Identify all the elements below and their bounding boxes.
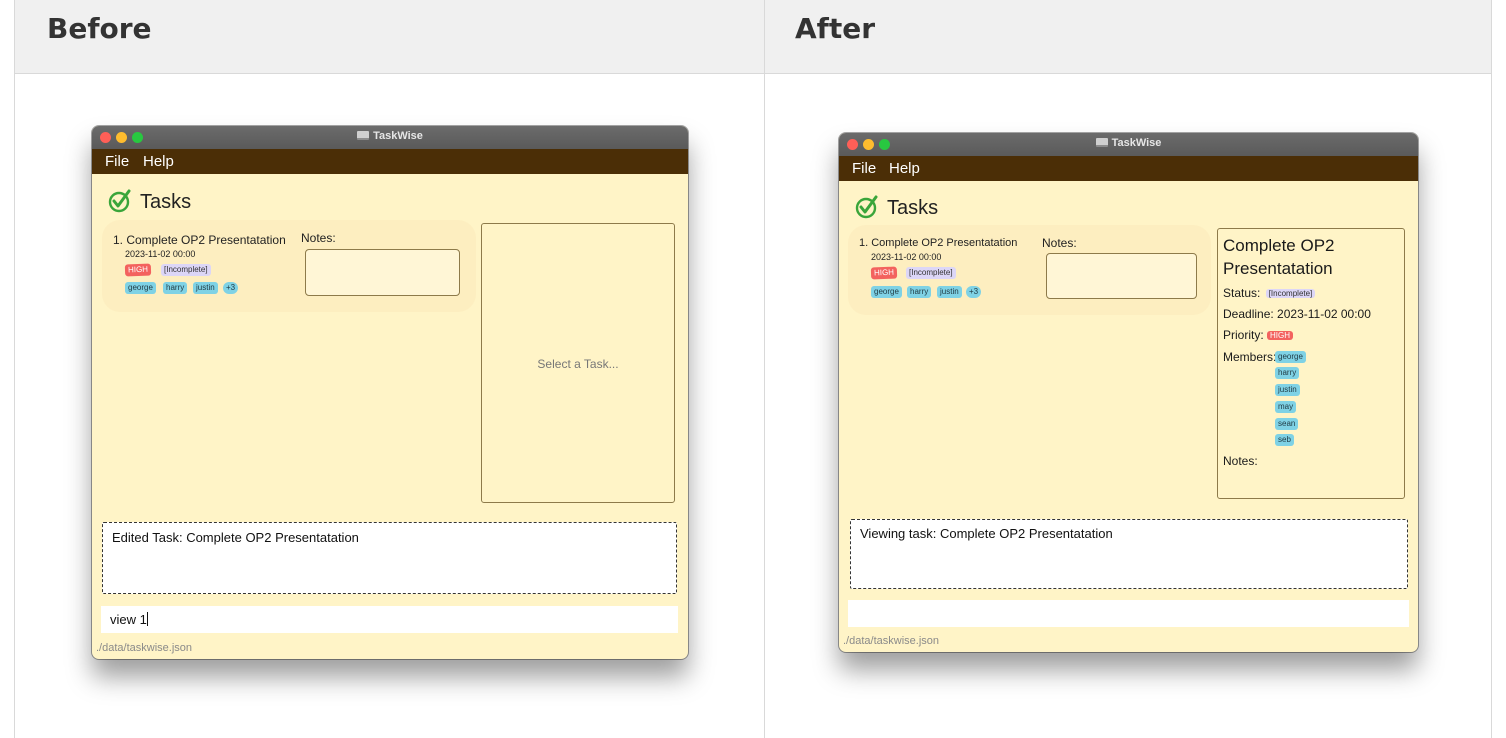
menu-file[interactable]: File (852, 160, 876, 177)
detail-deadline-row: Deadline: 2023-11-02 00:00 (1223, 307, 1371, 321)
check-circle-icon (108, 189, 131, 213)
deadline-label: Deadline: (1223, 307, 1274, 321)
notes-field[interactable] (1046, 253, 1197, 299)
storage-path: ./data/taskwise.json (843, 635, 939, 647)
app-icon (357, 131, 370, 140)
notes-label: Notes: (1042, 236, 1077, 250)
detail-notes-label: Notes: (1223, 454, 1258, 468)
status-label: Status: (1223, 286, 1261, 300)
before-app-window: TaskWise File Help Tasks 1. Complete OP2… (92, 126, 688, 659)
window-titlebar[interactable]: TaskWise (92, 126, 688, 149)
menu-help[interactable]: Help (889, 160, 920, 177)
detail-priority-row: Priority: HIGH (1223, 328, 1294, 342)
member-tag: george (871, 286, 902, 298)
detail-member-tag: may (1275, 401, 1297, 413)
more-members-tag: +3 (966, 286, 982, 298)
member-tag: justin (193, 282, 218, 294)
command-value: view 1 (110, 612, 147, 627)
task-deadline: 2023-11-02 00:00 (125, 249, 196, 259)
before-column-header: Before (47, 12, 152, 45)
task-deadline: 2023-11-02 00:00 (871, 252, 942, 262)
storage-path: ./data/taskwise.json (96, 642, 192, 654)
member-tag: george (125, 282, 156, 294)
result-display: Edited Task: Complete OP2 Presentatation (102, 522, 677, 594)
more-members-tag: +3 (223, 282, 239, 294)
window-titlebar[interactable]: TaskWise (839, 133, 1418, 156)
app-icon (1095, 138, 1108, 147)
task-card[interactable]: 1. Complete OP2 Presentatation 2023-11-0… (848, 225, 1211, 315)
window-title-text: TaskWise (1111, 137, 1162, 149)
column-divider (764, 0, 765, 738)
priority-tag: HIGH (870, 266, 898, 280)
table-header-row: Before After (15, 0, 1491, 74)
notes-label: Notes: (301, 231, 336, 245)
detail-member-tag: seb (1275, 434, 1294, 446)
window-title: TaskWise (92, 130, 688, 142)
tasks-title: Tasks (140, 191, 192, 213)
task-name: 1. Complete OP2 Presentatation (113, 233, 286, 247)
menu-help[interactable]: Help (143, 153, 174, 170)
priority-tag: HIGH (124, 263, 152, 277)
member-tag: justin (937, 286, 962, 298)
detail-member-tag: harry (1275, 367, 1300, 379)
check-circle-icon (855, 195, 878, 219)
result-message: Edited Task: Complete OP2 Presentatation (112, 530, 359, 545)
menu-bar: File Help (92, 149, 688, 174)
menu-file[interactable]: File (105, 153, 129, 170)
window-title-text: TaskWise (373, 130, 423, 142)
detail-priority-tag: HIGH (1267, 331, 1294, 340)
detail-status-row: Status: [Incomplete] (1223, 286, 1316, 300)
command-text: view 1 (110, 612, 148, 627)
detail-deadline: 2023-11-02 00:00 (1277, 307, 1371, 321)
member-tag: harry (163, 282, 188, 294)
status-tag: [Incomplete] (161, 264, 211, 276)
command-input[interactable]: view 1 (101, 606, 678, 633)
after-column-header: After (795, 12, 876, 45)
result-message: Viewing task: Complete OP2 Presentatatio… (860, 526, 1113, 541)
select-task-placeholder: Select a Task... (537, 357, 619, 371)
detail-member-tag: justin (1275, 384, 1300, 396)
detail-status-tag: [Incomplete] (1265, 289, 1316, 298)
notes-field[interactable] (305, 249, 460, 296)
tasks-title: Tasks (887, 197, 939, 219)
detail-member-tag: george (1275, 351, 1306, 363)
after-app-window: TaskWise File Help Tasks 1. Complete OP2… (839, 133, 1418, 652)
detail-member-tag: sean (1275, 418, 1299, 430)
status-tag: [Incomplete] (906, 267, 956, 279)
menu-bar: File Help (839, 156, 1418, 181)
text-caret (146, 612, 148, 626)
member-tag: harry (907, 286, 932, 298)
task-detail-panel: Select a Task... (481, 223, 675, 503)
command-input[interactable] (848, 600, 1409, 627)
members-label: Members: (1223, 350, 1277, 364)
task-card[interactable]: 1. Complete OP2 Presentatation 2023-11-0… (102, 220, 476, 312)
result-display: Viewing task: Complete OP2 Presentatatio… (850, 519, 1408, 589)
window-title: TaskWise (839, 137, 1418, 149)
task-name: 1. Complete OP2 Presentatation (859, 237, 1018, 249)
task-detail-panel: Complete OP2 Presentatation Status: [Inc… (1217, 228, 1405, 499)
detail-task-title: Complete OP2 Presentatation (1223, 236, 1335, 278)
priority-label: Priority: (1223, 328, 1264, 342)
